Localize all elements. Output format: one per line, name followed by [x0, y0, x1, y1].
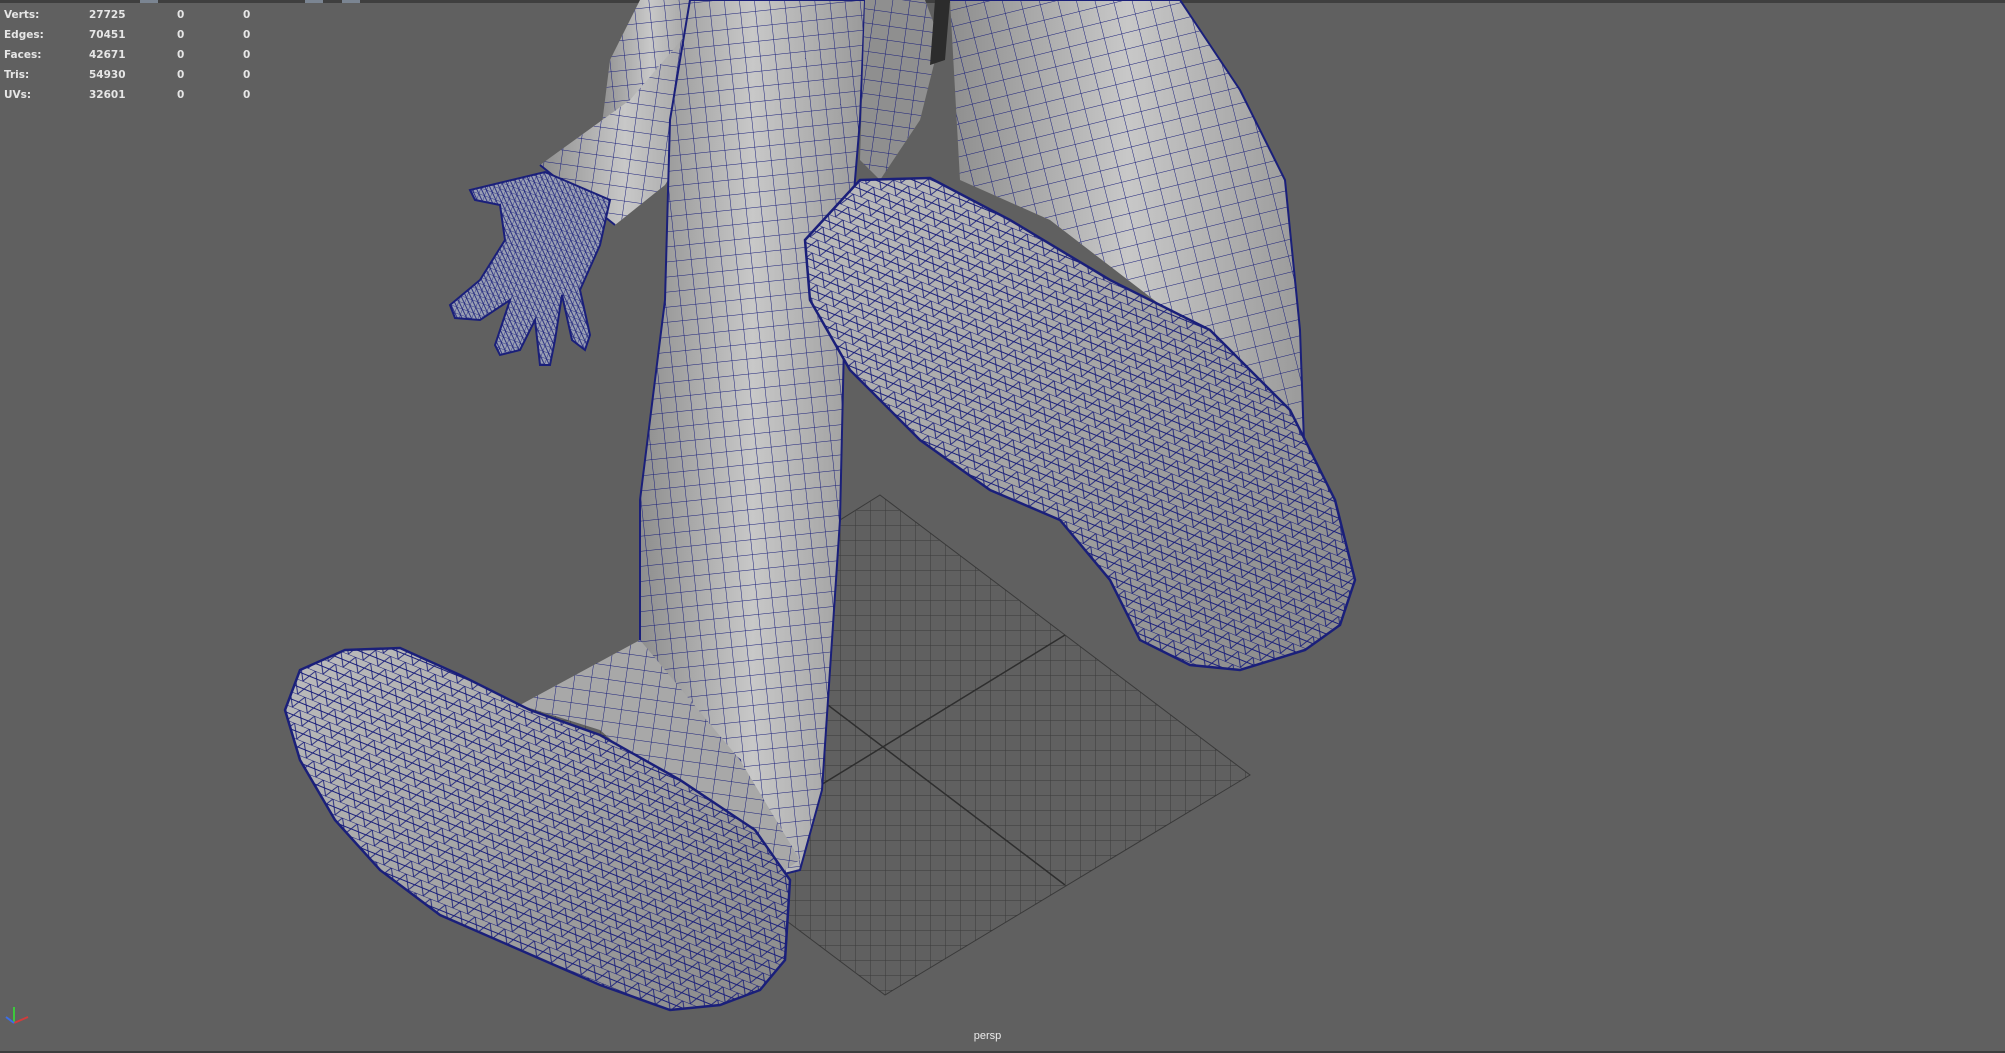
hud-label: Faces: [4, 49, 42, 61]
back-leg-upper-mesh [860, 0, 950, 180]
scene-render[interactable] [0, 0, 2005, 1053]
hud-value: 0 [243, 49, 251, 61]
hud-value: 0 [243, 89, 251, 101]
hud-row-faces: Faces: 42671 0 0 [4, 45, 264, 65]
x-axis-line [13, 1016, 29, 1024]
poly-count-hud: Verts: 27725 0 0 Edges: 70451 0 0 Faces:… [4, 5, 264, 105]
hud-value: 0 [177, 69, 185, 81]
hud-value: 70451 [89, 29, 126, 41]
axis-gizmo-icon [5, 1007, 29, 1024]
hud-row-edges: Edges: 70451 0 0 [4, 25, 264, 45]
hud-value: 27725 [89, 9, 126, 21]
hud-value: 0 [177, 9, 185, 21]
hud-value: 0 [177, 49, 185, 61]
hud-row-verts: Verts: 27725 0 0 [4, 5, 264, 25]
hud-value: 0 [243, 9, 251, 21]
hud-label: Edges: [4, 29, 44, 41]
hud-label: UVs: [4, 89, 32, 101]
hud-value: 0 [243, 29, 251, 41]
z-axis-line [5, 1016, 15, 1024]
3d-viewport[interactable]: Verts: 27725 0 0 Edges: 70451 0 0 Faces:… [0, 0, 2005, 1053]
hud-row-uvs: UVs: 32601 0 0 [4, 85, 264, 105]
camera-name-label: persp [973, 1030, 1002, 1042]
hud-value: 32601 [89, 89, 126, 101]
hud-label: Verts: [4, 9, 40, 21]
hand-mesh [448, 170, 612, 366]
hud-label: Tris: [4, 69, 30, 81]
hud-value: 0 [177, 89, 185, 101]
hud-value: 42671 [89, 49, 126, 61]
hud-value: 54930 [89, 69, 126, 81]
hud-value: 0 [243, 69, 251, 81]
hud-value: 0 [177, 29, 185, 41]
hud-row-tris: Tris: 54930 0 0 [4, 65, 264, 85]
